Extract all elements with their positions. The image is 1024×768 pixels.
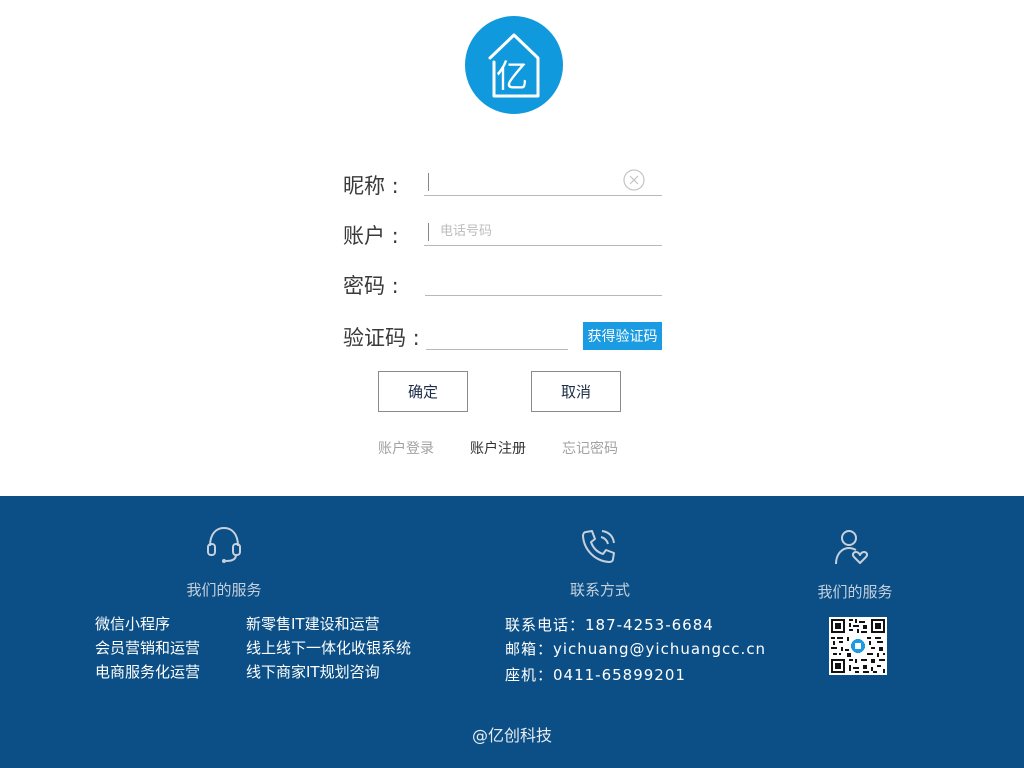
captcha-label: 验证码 : xyxy=(343,326,420,350)
contact-landline: 座机：0411-65899201 xyxy=(505,666,686,684)
headset-icon xyxy=(207,526,241,563)
copyright-text: @亿创科技 xyxy=(471,726,552,745)
text-cursor xyxy=(428,173,429,191)
house-logo-icon: 亿 xyxy=(488,33,540,98)
contact-phone: 联系电话：187-4253-6684 xyxy=(505,616,714,634)
service-item: 新零售IT建设和运营 xyxy=(246,615,380,633)
qr-code-image xyxy=(829,617,887,675)
register-link[interactable]: 账户注册 xyxy=(470,438,526,458)
password-input[interactable] xyxy=(425,268,662,296)
forgot-password-link[interactable]: 忘记密码 xyxy=(562,438,618,458)
cancel-button[interactable]: 取消 xyxy=(531,371,621,412)
captcha-input[interactable] xyxy=(426,322,568,350)
contact-heading: 联系方式 xyxy=(569,581,630,599)
confirm-button[interactable]: 确定 xyxy=(378,371,468,412)
service-item: 线下商家IT规划咨询 xyxy=(246,663,380,681)
password-label: 密码 : xyxy=(343,274,399,298)
user-heart-icon xyxy=(835,530,869,565)
phone-input[interactable] xyxy=(424,218,662,246)
site-footer: 我们的服务 微信小程序 会员营销和运营 电商服务化运营 新零售IT建设和运营 线… xyxy=(0,496,1024,768)
phone-icon xyxy=(582,530,615,563)
nickname-label: 昵称 : xyxy=(343,174,399,198)
logo-glyph: 亿 xyxy=(496,57,528,95)
account-label: 账户 : xyxy=(343,224,399,248)
contact-email: 邮箱：yichuang@yichuangcc.cn xyxy=(505,640,767,658)
service-item: 微信小程序 xyxy=(95,615,171,633)
clear-icon[interactable] xyxy=(623,169,645,191)
brand-logo: 亿 xyxy=(465,16,563,114)
service-item: 电商服务化运营 xyxy=(95,663,201,681)
text-cursor xyxy=(428,223,429,241)
service-item: 会员营销和运营 xyxy=(95,639,201,657)
get-captcha-button[interactable]: 获得验证码 xyxy=(583,322,662,350)
service-item: 线上线下一体化收银系统 xyxy=(246,639,412,657)
login-link[interactable]: 账户登录 xyxy=(378,438,434,458)
services-heading: 我们的服务 xyxy=(186,581,262,599)
services-heading-2: 我们的服务 xyxy=(817,583,893,601)
